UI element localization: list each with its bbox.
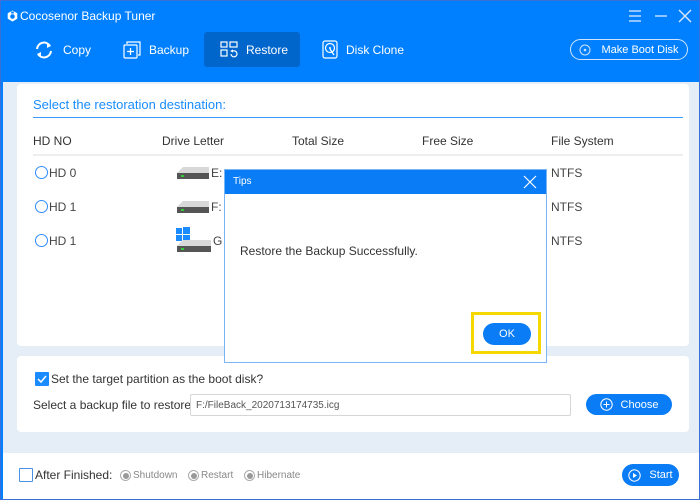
title-divider — [33, 117, 683, 118]
column-header-drive-letter: Drive Letter — [162, 134, 225, 148]
boot-disk-checkbox[interactable] — [35, 372, 49, 386]
backup-file-input[interactable] — [190, 394, 571, 416]
nav-copy-label: Copy — [63, 42, 92, 57]
restart-label: Restart — [201, 470, 234, 481]
drive-letter: F: — [211, 200, 222, 214]
shutdown-label: Shutdown — [133, 470, 178, 481]
nav-backup[interactable]: Backup — [115, 32, 195, 67]
radio-icon — [244, 470, 255, 481]
radio-icon — [120, 470, 131, 481]
hibernate-label: Hibernate — [257, 470, 301, 481]
close-icon[interactable] — [676, 7, 694, 25]
drive-letter: G — [213, 234, 223, 248]
dialog-header: Tips — [225, 170, 546, 194]
system-drive-icon — [176, 227, 211, 252]
backup-icon — [123, 40, 141, 59]
nav-backup-label: Backup — [149, 42, 190, 57]
start-button[interactable]: Start — [622, 464, 679, 486]
drive-icon — [177, 167, 209, 179]
file-system: NTFS — [551, 200, 583, 214]
row-radio[interactable] — [35, 200, 48, 213]
checkmark-icon — [37, 375, 47, 384]
ok-label: OK — [499, 328, 515, 340]
make-boot-disk-button[interactable]: Make Boot Disk — [570, 39, 688, 60]
start-label: Start — [649, 469, 673, 481]
dialog-close-icon[interactable] — [522, 174, 538, 190]
hibernate-option[interactable]: Hibernate — [244, 470, 300, 481]
column-header-free-size: Free Size — [422, 134, 474, 148]
backup-file-panel: Set the target partition as the boot dis… — [17, 356, 689, 432]
play-circle-icon — [628, 468, 642, 482]
after-finished-label: After Finished: — [35, 468, 113, 482]
title-bar: Cocosenor Backup Tuner — [1, 1, 700, 31]
nav-restore-label: Restore — [246, 42, 289, 57]
ok-button[interactable]: OK — [483, 323, 531, 345]
app-title: Cocosenor Backup Tuner — [20, 9, 156, 23]
plus-circle-icon — [599, 398, 613, 411]
backup-file-label: Select a backup file to restore: — [33, 398, 195, 412]
restore-icon — [220, 40, 238, 57]
choose-label: Choose — [620, 398, 659, 411]
drive-icon — [177, 201, 209, 213]
make-boot-disk-label: Make Boot Disk — [601, 43, 679, 56]
nav-disk-clone[interactable]: Disk Clone — [314, 32, 414, 67]
minimize-icon[interactable] — [652, 7, 670, 25]
column-header-hd-no: HD NO — [33, 134, 72, 148]
sync-icon — [36, 41, 52, 58]
column-header-file-system: File System — [551, 134, 614, 148]
hd-number: HD 1 — [49, 200, 77, 214]
row-radio[interactable] — [35, 234, 48, 247]
nav-restore[interactable]: Restore — [204, 32, 300, 67]
boot-disk-label: Set the target partition as the boot dis… — [51, 372, 264, 386]
file-system: NTFS — [551, 234, 583, 248]
disc-icon — [579, 44, 591, 55]
menu-icon[interactable] — [626, 7, 644, 25]
after-finished-checkbox[interactable] — [19, 468, 33, 482]
nav-disk-clone-label: Disk Clone — [346, 42, 405, 57]
bottom-bar: After Finished: Shutdown Restart Hiberna… — [3, 453, 699, 499]
column-header-total-size: Total Size — [292, 134, 345, 148]
disk-clone-icon — [322, 40, 338, 59]
dialog-message: Restore the Backup Successfully. — [240, 244, 418, 258]
row-radio[interactable] — [35, 166, 48, 179]
dialog-title: Tips — [233, 176, 252, 187]
app-logo-icon — [7, 10, 18, 22]
radio-icon — [188, 470, 199, 481]
restart-option[interactable]: Restart — [188, 470, 233, 481]
header-divider — [33, 154, 683, 156]
file-system: NTFS — [551, 166, 583, 180]
hd-number: HD 0 — [49, 166, 77, 180]
choose-button[interactable]: Choose — [586, 394, 672, 415]
app-window: Cocosenor Backup Tuner Copy Backup Resto… — [0, 0, 700, 500]
destination-title: Select the restoration destination: — [33, 97, 226, 112]
nav-copy[interactable]: Copy — [25, 32, 95, 67]
hd-number: HD 1 — [49, 234, 77, 248]
shutdown-option[interactable]: Shutdown — [120, 470, 177, 481]
drive-letter: E: — [211, 166, 223, 180]
